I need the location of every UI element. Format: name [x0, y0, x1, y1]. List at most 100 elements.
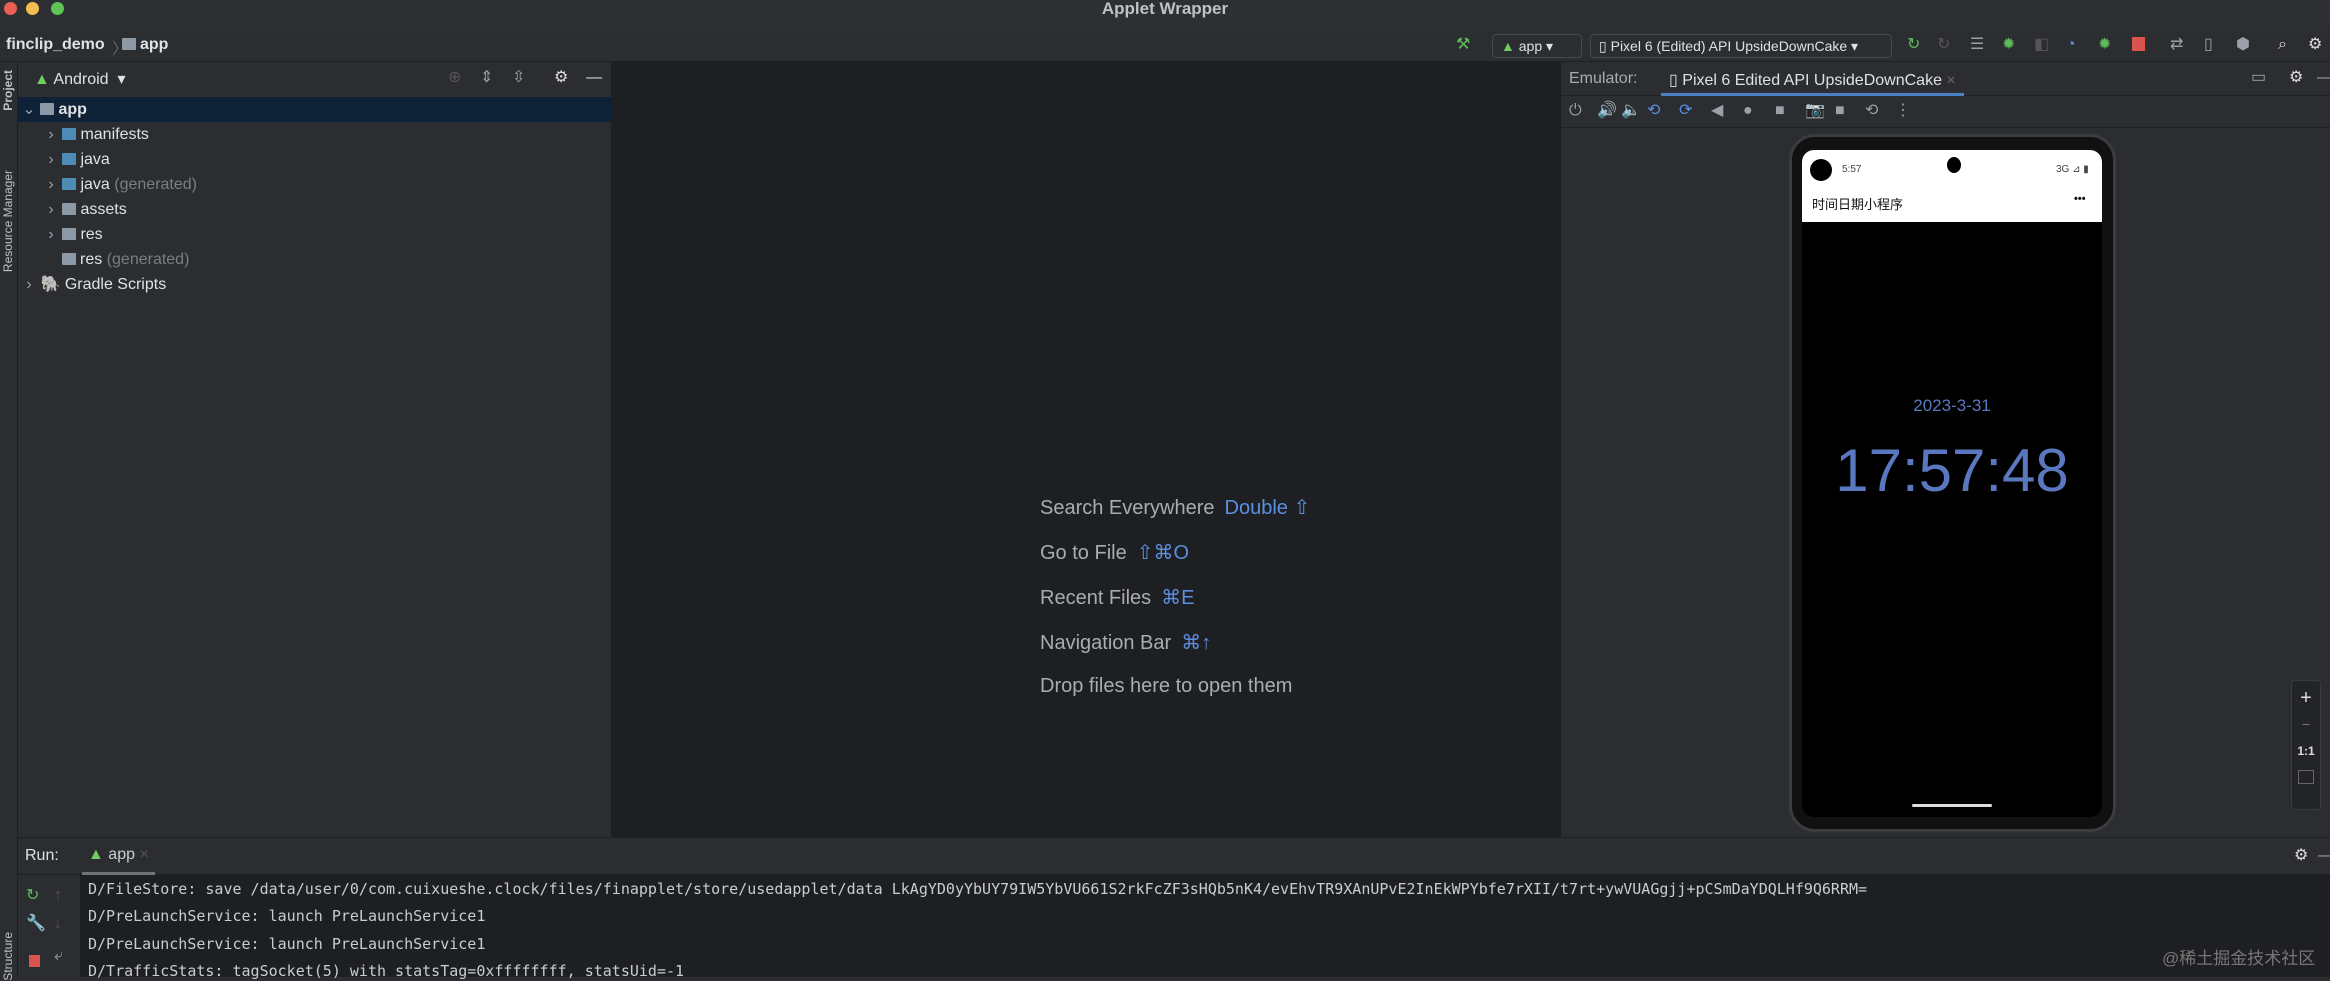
build-hammer-icon[interactable]: ⚒	[1456, 35, 1470, 55]
tree-item-manifests[interactable]: › manifests	[18, 122, 612, 147]
zoom-out-button[interactable]: −	[2292, 716, 2320, 732]
status-time: 5:57	[1842, 164, 1862, 175]
wrench-icon[interactable]: 🔧	[26, 914, 46, 934]
chevron-right-icon[interactable]: ›	[44, 172, 58, 197]
console-output[interactable]: D/FileStore: save /data/user/0/com.cuixu…	[80, 875, 2330, 980]
tree-item-java-generated[interactable]: › java (generated)	[18, 172, 612, 197]
run-config-dropdown[interactable]: ▲ app ▾	[1492, 34, 1582, 58]
breadcrumb-module[interactable]: app	[122, 36, 168, 54]
status-bar: 5:57 3G ⊿ ▮	[1802, 150, 2102, 186]
project-view-dropdown[interactable]: ▲ Android ▾	[34, 69, 125, 89]
tree-item-assets[interactable]: › assets	[18, 197, 612, 222]
close-window-button[interactable]	[4, 2, 17, 15]
stop-icon[interactable]	[2132, 37, 2145, 51]
apply-code-changes-icon[interactable]: ☰	[1970, 35, 1984, 55]
device-dropdown[interactable]: ▯ Pixel 6 (Edited) API UpsideDownCake ▾	[1590, 34, 1892, 58]
hide-panel-icon[interactable]: —	[586, 68, 602, 88]
gesture-nav-handle[interactable]	[1912, 804, 1992, 807]
structure-tool-tab[interactable]: Structure	[1, 932, 15, 981]
applet-menu-button[interactable]: •••	[2074, 193, 2086, 205]
hide-run-panel-icon[interactable]: —	[2318, 846, 2330, 866]
sync-gradle-icon[interactable]: ⇄	[2170, 35, 2183, 55]
close-tab-icon[interactable]: ×	[1946, 72, 1955, 89]
volume-down-icon[interactable]: 🔈	[1621, 101, 1641, 121]
stop-icon[interactable]	[29, 955, 40, 967]
zoom-actual-size-button[interactable]: 1:1	[2292, 744, 2320, 758]
watermark: @稀土掘金技术社区	[2162, 949, 2316, 968]
log-line: D/PreLaunchService: launch PreLaunchServ…	[88, 935, 486, 953]
front-camera-icon	[1947, 157, 1961, 173]
overview-icon[interactable]: ■	[1775, 101, 1785, 121]
search-icon[interactable]: ⌕	[2278, 35, 2287, 55]
rotate-right-icon[interactable]: ⟳	[1679, 101, 1692, 121]
hint-shortcut: ⌘↑	[1181, 632, 1212, 654]
soft-wrap-icon[interactable]: ⤶	[54, 946, 63, 966]
clock-date: 2023-3-31	[1913, 396, 1991, 415]
chevron-right-icon[interactable]: ›	[44, 147, 58, 172]
camera-cutout-icon	[1810, 159, 1832, 181]
zoom-in-button[interactable]: +	[2292, 687, 2320, 710]
scroll-down-icon[interactable]: ↓	[54, 914, 62, 934]
tree-item-res[interactable]: › res	[18, 222, 612, 247]
profiler-icon[interactable]: ◔	[2066, 35, 2076, 55]
snapshot-icon[interactable]: ⟲	[1865, 101, 1878, 121]
close-tab-icon[interactable]: ×	[139, 846, 148, 863]
hint-navigation-bar: Navigation Bar ⌘↑	[1040, 630, 1211, 655]
window-layout-icon[interactable]: ▭	[2251, 68, 2266, 88]
resource-manager-tool-tab[interactable]: Resource Manager	[1, 170, 15, 272]
hide-emulator-icon[interactable]: —	[2317, 68, 2330, 88]
more-options-icon[interactable]: ⋮	[1895, 101, 1911, 121]
debug-icon[interactable]: ✹	[2002, 35, 2015, 55]
attach-debugger-icon[interactable]: ◧	[2034, 35, 2049, 55]
tree-item-java[interactable]: › java	[18, 147, 612, 172]
chevron-right-icon[interactable]: ›	[22, 272, 36, 297]
screen-record-icon[interactable]: ■	[1835, 101, 1845, 121]
settings-gear-icon[interactable]: ⚙	[2308, 35, 2322, 55]
run-panel-header: Run: ▲ app × ⚙ —	[18, 838, 2330, 875]
project-tool-tab[interactable]: Project	[1, 70, 15, 111]
hint-label: Recent Files	[1040, 587, 1152, 609]
chevron-right-icon[interactable]: ›	[44, 197, 58, 222]
emulator-settings-icon[interactable]: ⚙	[2289, 68, 2303, 88]
sdk-manager-icon[interactable]: ⬢	[2236, 35, 2250, 55]
hint-label: Drop files here to open them	[1040, 675, 1293, 697]
hint-label: Search Everywhere	[1040, 497, 1215, 519]
scroll-up-icon[interactable]: ↑	[54, 886, 62, 906]
panel-settings-icon[interactable]: ⚙	[554, 68, 568, 88]
power-icon[interactable]: ⏻	[1569, 101, 1582, 121]
tree-item-res-generated[interactable]: res (generated)	[18, 247, 612, 272]
chevron-right-icon[interactable]: ›	[44, 222, 58, 247]
rerun-icon[interactable]: ↻	[26, 886, 39, 906]
screenshot-camera-icon[interactable]: 📷	[1805, 101, 1825, 121]
hint-recent-files: Recent Files ⌘E	[1040, 585, 1195, 610]
locate-file-icon[interactable]: ⊕	[448, 68, 461, 88]
rotate-left-icon[interactable]: ⟲	[1647, 101, 1660, 121]
expand-all-icon[interactable]: ⇕	[480, 68, 493, 88]
emulator-device-tab[interactable]: ▯ Pixel 6 Edited API UpsideDownCake ×	[1661, 62, 1964, 96]
back-icon[interactable]: ◀	[1711, 101, 1723, 121]
device-icon: ▯	[1599, 38, 1607, 54]
run-settings-icon[interactable]: ⚙	[2294, 846, 2308, 866]
resource-folder-icon	[62, 203, 77, 215]
rerun-icon[interactable]: ↻	[1907, 35, 1920, 55]
maximize-window-button[interactable]	[51, 2, 64, 15]
device-manager-icon[interactable]: ▯	[2204, 35, 2213, 55]
folder-icon	[62, 128, 77, 140]
run-panel: Run: ▲ app × ⚙ — ↻ ↑ 🔧 ↓ ⤶ D/FileStore: …	[18, 837, 2330, 980]
emulator-toolbar: ⏻ 🔊 🔈 ⟲ ⟳ ◀ ● ■ 📷 ■ ⟲ ⋮	[1561, 96, 2330, 128]
chevron-down-icon[interactable]: ⌄	[22, 97, 36, 122]
phone-screen[interactable]: 5:57 3G ⊿ ▮ 时间日期小程序 ••• 2023-3-31 17:57:…	[1802, 150, 2102, 817]
chevron-right-icon[interactable]: ›	[44, 122, 58, 147]
hint-shortcut: ⇧⌘O	[1136, 542, 1190, 564]
zoom-fit-icon[interactable]	[2298, 770, 2314, 784]
home-icon[interactable]: ●	[1743, 101, 1753, 121]
breadcrumb-project[interactable]: finclip_demo	[6, 36, 105, 54]
volume-up-icon[interactable]: 🔊	[1597, 101, 1617, 121]
apply-changes-icon[interactable]: ↻	[1937, 35, 1950, 55]
minimize-window-button[interactable]	[26, 2, 39, 15]
tree-item-gradle-scripts[interactable]: › 🐘 Gradle Scripts	[18, 272, 612, 297]
run-tab-app[interactable]: ▲ app ×	[82, 838, 155, 875]
debug-attach-icon[interactable]: ✹	[2098, 35, 2111, 55]
tree-item-app[interactable]: ⌄ app	[18, 97, 612, 122]
collapse-all-icon[interactable]: ⇳	[512, 68, 525, 88]
